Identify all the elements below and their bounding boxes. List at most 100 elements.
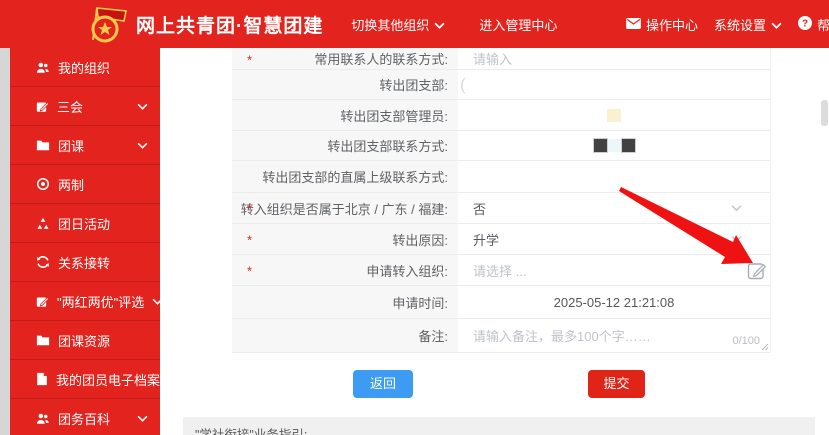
chevron-down-icon: [434, 17, 445, 32]
readonly-value-cell: 2025-05-12 21:21:08: [458, 286, 770, 318]
mail-icon: [626, 17, 641, 32]
form-row: * 申请转入组织: 请选择 ...: [232, 255, 770, 286]
system-settings-label: 系统设置: [714, 15, 766, 34]
sidebar-item-label: 我的组织: [58, 58, 110, 77]
page-left-gutter: [0, 48, 10, 435]
action-center-label: 操作中心: [646, 15, 698, 34]
sidebar-item-label: 三会: [57, 97, 83, 116]
field-label-cell: 备注:: [232, 319, 458, 352]
sidebar-item-label: 关系接转: [58, 253, 110, 272]
chevron-down-icon: [137, 142, 148, 149]
field-label-cell: *转入组织是否属于北京 / 广东 / 福建:: [232, 193, 458, 223]
textarea-placeholder: 请输入备注，最多100个字……: [473, 319, 651, 345]
picker-placeholder: 请选择 ...: [473, 261, 526, 280]
sidebar-item[interactable]: 三会: [10, 87, 160, 126]
guide-title: "学社衔接"业务指引:: [195, 428, 307, 435]
chevron-down-icon: [137, 415, 148, 422]
sidebar-item[interactable]: 团日活动: [10, 204, 160, 243]
field-label: 转出团支部:: [379, 75, 448, 94]
required-asterisk: *: [247, 264, 252, 279]
form-row: *常用联系人的联系方式:请输入: [232, 48, 770, 70]
app-window: 网上共青团·智慧团建 切换其他组织 进入管理中心 操作中心 系统设置: [0, 0, 829, 435]
select-value: 升学: [473, 230, 499, 249]
field-label: 转出团支部的直属上级联系方式:: [262, 167, 448, 186]
cyl-emblem-logo: [84, 4, 128, 44]
chevron-down-icon: [771, 17, 782, 32]
edit-icon: [36, 100, 49, 113]
field-label: 申请时间:: [392, 293, 448, 312]
recycle-icon: [36, 217, 50, 230]
help-icon: ?: [798, 16, 812, 33]
submit-button[interactable]: 提交: [588, 370, 645, 398]
field-label: 常用联系人的联系方式:: [314, 49, 448, 68]
switch-org-menu[interactable]: 切换其他组织: [351, 15, 445, 34]
input-field[interactable]: 请输入: [458, 48, 770, 69]
form-row: *转出原因:升学: [232, 224, 770, 255]
form-row: 转出团支部联系方式:: [232, 131, 770, 161]
field-label: 转入组织是否属于北京 / 广东 / 福建:: [241, 199, 448, 218]
enter-admin-link[interactable]: 进入管理中心: [479, 15, 557, 34]
back-button[interactable]: 返回: [353, 370, 413, 398]
business-guide-box: "学社衔接"业务指引:: [183, 417, 815, 435]
field-label: 申请转入组织:: [366, 261, 448, 280]
redacted-value: [607, 109, 621, 122]
system-settings-menu[interactable]: 系统设置: [714, 15, 782, 34]
select-field[interactable]: 否: [458, 193, 770, 223]
sidebar-item[interactable]: "两红两优"评选: [10, 282, 160, 321]
scrollbar-thumb[interactable]: [821, 100, 828, 126]
svg-text:?: ?: [802, 18, 808, 29]
transfer-form: *常用联系人的联系方式:请输入转出团支部:(转出团支部管理员:转出团支部联系方式…: [232, 48, 771, 353]
readonly-value-cell: [458, 100, 770, 130]
sidebar-item[interactable]: 我的组织: [10, 48, 160, 87]
select-field[interactable]: 升学: [458, 224, 770, 254]
form-row: 转出团支部: (: [232, 70, 770, 100]
sidebar-item-label: "两红两优"评选: [57, 292, 144, 311]
field-label-cell: 转出团支部管理员:: [232, 100, 458, 130]
edit-icon[interactable]: [747, 260, 768, 281]
redacted-value: [608, 139, 621, 152]
form-row: 申请时间: 2025-05-12 21:21:08: [232, 286, 770, 319]
file-icon: [36, 372, 48, 386]
field-label-cell: 转出团支部联系方式:: [232, 131, 458, 160]
required-asterisk: *: [247, 233, 252, 248]
folder-icon: [36, 139, 50, 151]
switch-org-label: 切换其他组织: [351, 15, 429, 34]
form-row: *转入组织是否属于北京 / 广东 / 福建:否: [232, 193, 770, 224]
app-title: 网上共青团·智慧团建: [136, 11, 323, 38]
redacted-value: [593, 138, 608, 153]
redacted-text: (: [460, 75, 466, 95]
field-label-cell: *常用联系人的联系方式:: [232, 48, 458, 69]
sidebar-item[interactable]: 团务百科: [10, 399, 160, 435]
redacted-value: [621, 138, 636, 153]
folder-icon: [36, 334, 50, 346]
sidebar-item[interactable]: 两制: [10, 165, 160, 204]
main-content: *常用联系人的联系方式:请输入转出团支部:(转出团支部管理员:转出团支部联系方式…: [160, 48, 829, 435]
field-label: 备注:: [418, 326, 448, 345]
field-label-cell: 转出团支部的直属上级联系方式:: [232, 161, 458, 192]
users-icon: [36, 61, 50, 74]
refresh-icon: [36, 255, 50, 269]
resize-handle-icon[interactable]: [761, 343, 769, 351]
sidebar-item[interactable]: 我的团员电子档案: [10, 360, 160, 399]
field-label: 转出团支部联系方式:: [327, 136, 448, 155]
org-picker-field[interactable]: 请选择 ...: [458, 255, 770, 285]
readonly-value-cell: [458, 161, 770, 192]
sidebar-item[interactable]: 团课资源: [10, 321, 160, 360]
remarks-textarea[interactable]: 请输入备注，最多100个字…… 0/100: [458, 319, 770, 352]
sidebar: 我的组织三会团课两制团日活动关系接转 "两红两优"评选团课资源我的团员电子档案团务…: [10, 48, 160, 435]
field-label-cell: 转出团支部:: [232, 70, 458, 99]
form-row: 转出团支部管理员:: [232, 100, 770, 131]
chevron-down-icon: [731, 236, 742, 243]
form-row: 转出团支部的直属上级联系方式:: [232, 161, 770, 193]
sidebar-item-label: 团日活动: [58, 214, 110, 233]
target-icon: [36, 177, 50, 191]
help-link[interactable]: ? 帮助: [798, 15, 829, 34]
sidebar-item-label: 团课: [58, 136, 84, 155]
required-asterisk: *: [247, 202, 252, 217]
sidebar-item[interactable]: 团课: [10, 126, 160, 165]
sidebar-item[interactable]: 关系接转: [10, 243, 160, 282]
char-counter: 0/100: [732, 335, 760, 347]
enter-admin-label: 进入管理中心: [479, 15, 557, 34]
action-center-link[interactable]: 操作中心: [626, 15, 698, 34]
field-label-cell: 申请时间:: [232, 286, 458, 318]
